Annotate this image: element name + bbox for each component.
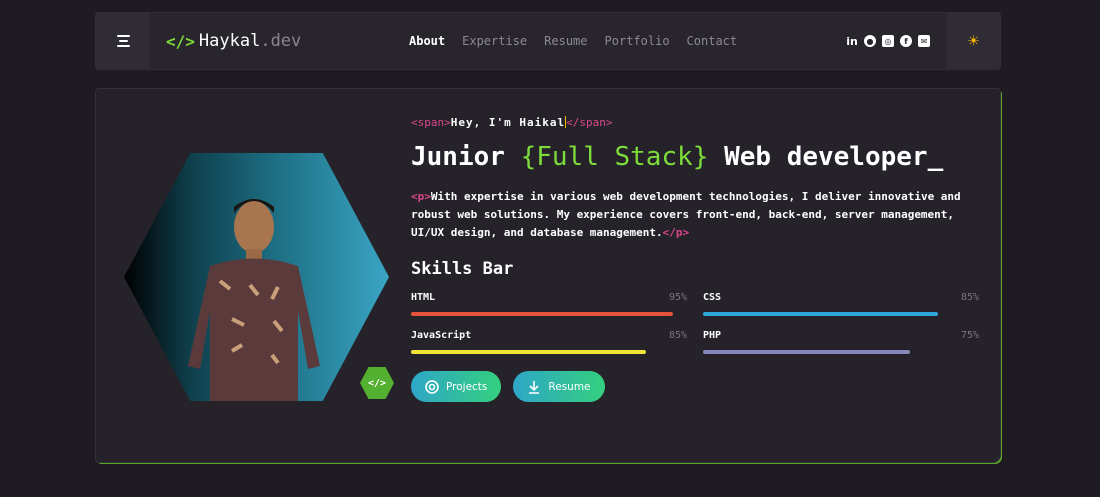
- theme-toggle-sun-icon[interactable]: ☀: [947, 13, 1000, 69]
- nav-about[interactable]: About: [409, 34, 445, 48]
- greeting: Hey, I'm Haikal: [450, 116, 566, 129]
- github-icon[interactable]: ●: [864, 35, 876, 47]
- intro: <span>Hey, I'm Haikal</span> Junior {Ful…: [411, 111, 981, 402]
- about-card: </> <span>Hey, I'm Haikal</span> Junior …: [95, 88, 1001, 463]
- menu-button[interactable]: [96, 13, 150, 69]
- span-close-tag: </span>: [566, 116, 613, 129]
- skill-fill: [703, 350, 910, 354]
- social-links: in ● ◎ f ✉: [846, 35, 930, 48]
- skills-title: Skills Bar: [411, 259, 514, 279]
- projects-button[interactable]: Projects: [411, 371, 502, 402]
- skill-fill: [411, 350, 646, 354]
- code-badge-icon: </>: [360, 367, 394, 399]
- nav-portfolio[interactable]: Portfolio: [605, 34, 670, 48]
- hero-title: Junior {Full Stack} Web developer_: [411, 142, 944, 172]
- code-icon: </>: [166, 31, 195, 51]
- facebook-icon[interactable]: f: [900, 35, 912, 47]
- skills-bar: HTML 95% CSS 85% JavaScript 85% PHP 75%: [411, 292, 981, 354]
- main-nav: About Expertise Resume Portfolio Contact: [409, 34, 737, 48]
- eye-icon: [425, 379, 439, 394]
- download-icon: [529, 380, 540, 394]
- skill-fill: [411, 312, 674, 316]
- mail-icon[interactable]: ✉: [918, 35, 930, 47]
- skill-fill: [703, 312, 938, 316]
- navbar: </> Haykal .dev About Expertise Resume Po…: [95, 12, 1001, 70]
- skill-css: CSS 85%: [703, 292, 979, 316]
- span-open-tag: <span>: [411, 116, 451, 129]
- logo[interactable]: </> Haykal .dev: [166, 31, 301, 51]
- nav-expertise[interactable]: Expertise: [462, 34, 527, 48]
- description: <p>With expertise in various web develop…: [411, 190, 961, 239]
- skill-html: HTML 95%: [411, 292, 687, 316]
- logo-domain: .dev: [260, 31, 302, 51]
- linkedin-icon[interactable]: in: [846, 35, 858, 48]
- resume-download-button[interactable]: Resume: [513, 371, 605, 402]
- nav-resume[interactable]: Resume: [544, 34, 587, 48]
- skill-php: PHP 75%: [703, 330, 979, 354]
- skill-javascript: JavaScript 85%: [411, 330, 687, 354]
- profile-photo: [188, 199, 320, 401]
- instagram-icon[interactable]: ◎: [882, 35, 894, 47]
- nav-contact[interactable]: Contact: [687, 34, 738, 48]
- logo-name: Haykal: [198, 31, 261, 51]
